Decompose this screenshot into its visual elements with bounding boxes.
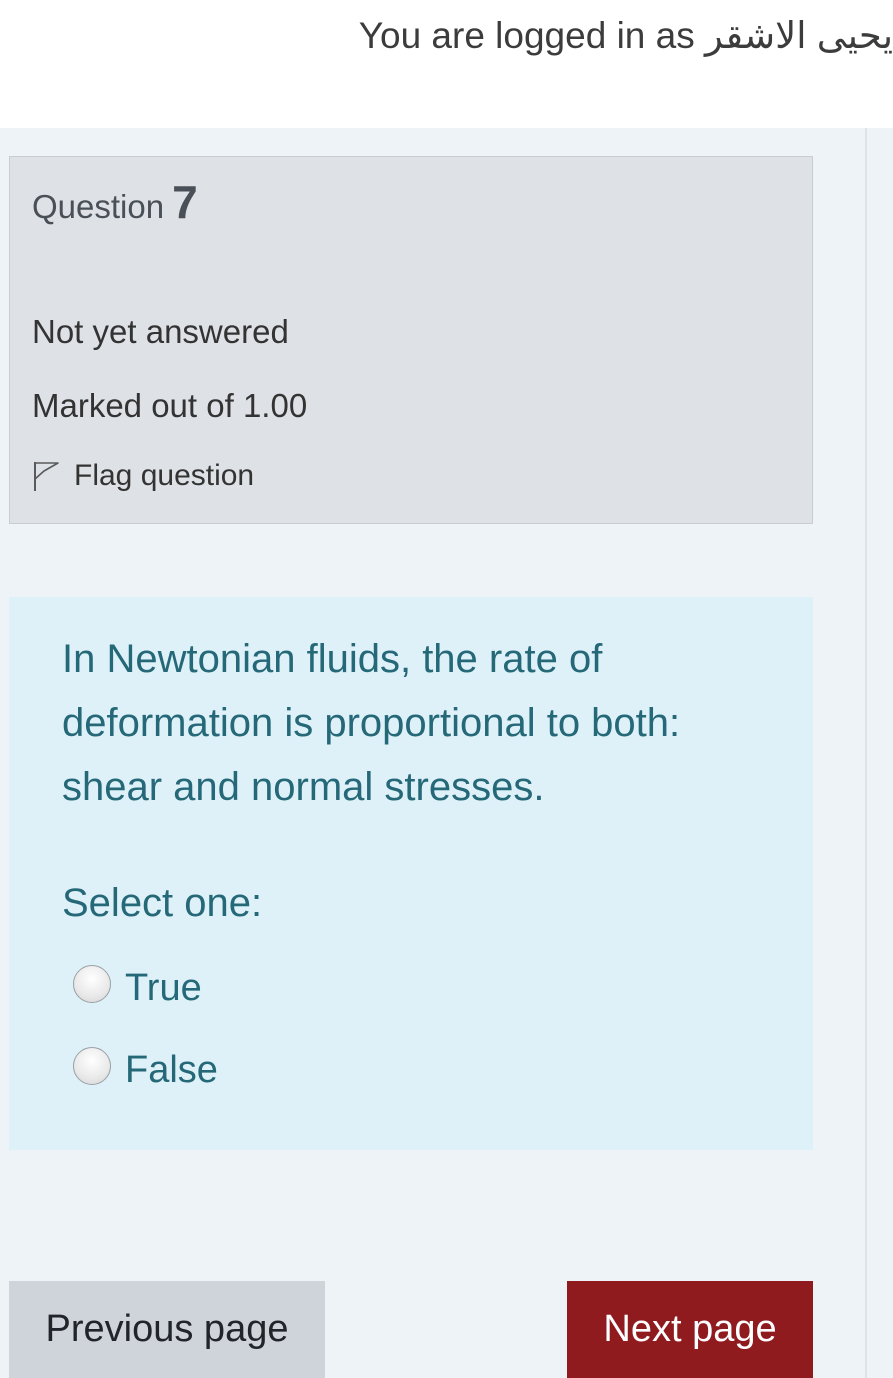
flag-question-link[interactable]: Flag question — [32, 459, 254, 493]
question-state: Not yet answered — [32, 313, 289, 350]
question-content-panel: In Newtonian fluids, the rate of deforma… — [9, 597, 813, 1150]
question-grade: Marked out of 1.00 — [32, 387, 308, 424]
option-false[interactable]: False — [73, 1039, 218, 1092]
login-prefix: You are logged in as — [358, 15, 695, 56]
flag-outline-icon — [34, 462, 59, 491]
radio-false[interactable] — [73, 1046, 111, 1085]
right-divider — [865, 128, 867, 1378]
question-label: Question — [32, 188, 165, 225]
top-navbar: You are logged in as يحيى الاشقر — [0, 0, 893, 128]
login-info: You are logged in as يحيى الاشقر — [359, 14, 893, 57]
option-true-label: True — [125, 967, 202, 1009]
answer-prompt: Select one: — [62, 881, 263, 925]
question-number: 7 — [172, 176, 198, 228]
option-true[interactable]: True — [73, 957, 202, 1010]
question-text: In Newtonian fluids, the rate of deforma… — [62, 637, 681, 809]
option-false-label: False — [125, 1049, 218, 1091]
user-name-link[interactable]: يحيى الاشقر — [705, 14, 893, 57]
question-info-panel: Question 7 Not yet answered Marked out of… — [9, 156, 813, 524]
next-page-button[interactable]: Next page — [567, 1281, 813, 1378]
flag-question-label: Flag question — [74, 459, 255, 492]
question-number-heading: Question 7 — [32, 175, 198, 229]
previous-page-button[interactable]: Previous page — [9, 1281, 325, 1378]
radio-true[interactable] — [73, 964, 111, 1003]
